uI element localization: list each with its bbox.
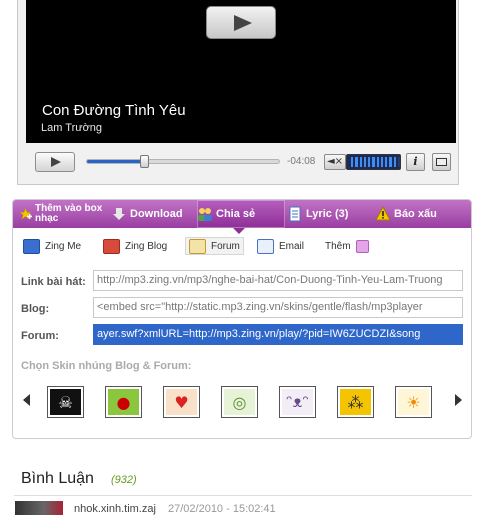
share-forum-label: Forum	[211, 240, 240, 252]
volume-bar-segment	[376, 157, 379, 167]
leopard-icon: ⁂	[340, 389, 371, 415]
share-email[interactable]: Email	[257, 237, 304, 255]
hearts-icon: ♥	[166, 389, 197, 415]
player-screen[interactable]: Con Đường Tình Yêu Lam Trường	[26, 0, 456, 143]
warning-icon	[375, 206, 391, 221]
volume-slider[interactable]	[346, 154, 401, 170]
link-field[interactable]: http://mp3.zing.vn/mp3/nghe-bai-hat/Con-…	[93, 270, 463, 291]
forum-icon	[189, 238, 206, 254]
cat-icon: ᵔᴥᵔ	[282, 389, 313, 415]
divider	[14, 495, 472, 496]
page: Con Đường Tình Yêu Lam Trường -04:08 ◄× …	[0, 0, 481, 515]
play-button[interactable]	[206, 6, 276, 39]
share-targets: Zing Me Zing Blog Forum Email Thêm	[13, 234, 471, 258]
link-label: Link bài hát:	[21, 276, 86, 288]
mute-button[interactable]: ◄×	[324, 154, 346, 170]
download-icon	[113, 208, 125, 220]
share-more-label: Thêm	[325, 240, 351, 252]
tab-add-to-box-label: Thêm vào box nhạc	[35, 203, 103, 224]
skin-ladybug[interactable]: ●	[105, 386, 142, 418]
comment-username[interactable]: nhok.xinh.tim.zaj	[74, 503, 156, 515]
tab-lyric[interactable]: Lyric (3)	[287, 200, 371, 228]
volume-bar-segment	[368, 157, 371, 167]
action-tab-bar: Thêm vào box nhạc Download Chia sẻ Lyric…	[13, 200, 471, 234]
volume-bar-segment	[359, 157, 362, 167]
share-zing-blog-label: Zing Blog	[125, 240, 168, 252]
plus-icon	[355, 239, 369, 253]
volume-bar-segment	[363, 157, 366, 167]
skin-sun[interactable]: ☀	[395, 386, 432, 418]
forum-label: Forum:	[21, 330, 59, 342]
comment-timestamp: 27/02/2010 - 15:02:41	[168, 503, 276, 515]
song-artist[interactable]: Lam Trường	[41, 122, 102, 134]
time-remaining: -04:08	[287, 156, 316, 167]
progress-handle[interactable]	[139, 155, 149, 168]
share-zing-blog[interactable]: Zing Blog	[103, 237, 167, 255]
blog-label: Blog:	[21, 303, 50, 315]
comments-count: (932)	[111, 474, 137, 486]
play-icon	[51, 157, 61, 167]
star-plus-icon	[19, 207, 33, 220]
blog-embed-field[interactable]: <embed src="http://static.mp3.zing.vn/sk…	[93, 297, 463, 318]
song-title: Con Đường Tình Yêu	[42, 102, 186, 119]
zing-blog-icon	[103, 238, 120, 254]
avatar[interactable]	[15, 501, 63, 515]
fullscreen-icon	[436, 158, 447, 166]
volume-bar-segment	[351, 157, 354, 167]
volume-bar-segment	[389, 157, 392, 167]
tab-report[interactable]: Báo xấu	[375, 200, 455, 228]
info-button[interactable]: i	[406, 153, 425, 171]
progress-fill	[87, 160, 145, 163]
forum-embed-field[interactable]: ayer.swf?xmlURL=http://mp3.zing.vn/play/…	[93, 324, 463, 345]
fullscreen-button[interactable]	[432, 153, 451, 171]
tab-download-label: Download	[130, 208, 183, 220]
skin-label: Chọn Skin nhúng Blog & Forum:	[21, 360, 192, 372]
sun-icon: ☀	[398, 389, 429, 415]
skin-disc[interactable]: ◎	[221, 386, 258, 418]
share-panel: Thêm vào box nhạc Download Chia sẻ Lyric…	[12, 199, 472, 439]
share-more[interactable]: Thêm	[325, 237, 374, 255]
skin-hearts[interactable]: ♥	[163, 386, 200, 418]
tab-report-label: Báo xấu	[394, 208, 437, 220]
mute-icon: ◄×	[326, 156, 344, 167]
skin-prev-arrow-icon[interactable]	[23, 394, 30, 406]
tab-download[interactable]: Download	[111, 200, 195, 228]
volume-bar-segment	[372, 157, 375, 167]
skin-leopard[interactable]: ⁂	[337, 386, 374, 418]
skin-skull[interactable]: ☠	[47, 386, 84, 418]
users-icon	[198, 208, 212, 221]
volume-bar-segment	[397, 157, 400, 167]
player-controls: -04:08 ◄× i	[26, 148, 456, 176]
volume-bar-segment	[355, 157, 358, 167]
share-forum[interactable]: Forum	[185, 237, 244, 255]
tab-lyric-label: Lyric (3)	[306, 208, 349, 220]
document-icon	[289, 206, 301, 222]
skin-picker: ☠ ● ♥ ◎ ᵔᴥᵔ ⁂ ☀	[13, 384, 471, 424]
tab-add-to-box[interactable]: Thêm vào box nhạc	[19, 200, 111, 228]
volume-bar-segment	[385, 157, 388, 167]
zing-me-icon	[23, 238, 40, 254]
share-email-label: Email	[279, 240, 305, 252]
tab-share-label: Chia sẻ	[216, 208, 256, 220]
play-icon	[234, 15, 252, 31]
disc-icon: ◎	[224, 389, 255, 415]
ladybug-icon: ●	[108, 389, 139, 415]
skin-cat[interactable]: ᵔᴥᵔ	[279, 386, 316, 418]
volume-bar-segment	[393, 157, 396, 167]
comments-title: Bình Luận	[21, 470, 94, 487]
progress-bar[interactable]	[86, 155, 280, 168]
skin-next-arrow-icon[interactable]	[455, 394, 462, 406]
tab-share[interactable]: Chia sẻ	[197, 200, 285, 234]
share-zing-me-label: Zing Me	[45, 240, 82, 252]
share-zing-me[interactable]: Zing Me	[23, 237, 81, 255]
info-icon: i	[413, 155, 418, 168]
email-icon	[257, 238, 274, 254]
control-play-button[interactable]	[35, 152, 75, 172]
skull-icon: ☠	[50, 389, 81, 415]
volume-bar-segment	[380, 157, 383, 167]
